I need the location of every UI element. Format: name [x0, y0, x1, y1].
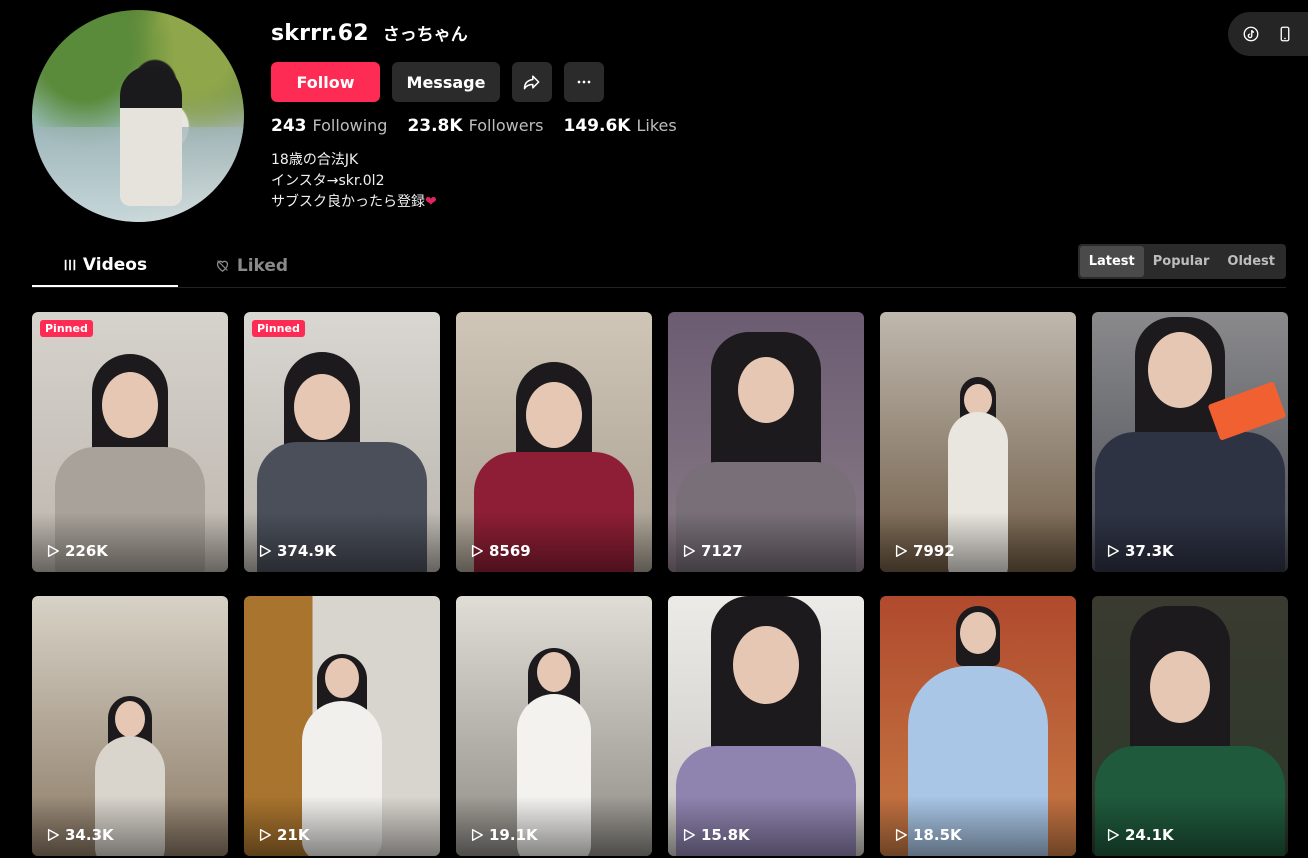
view-count: 34.3K — [46, 826, 114, 844]
view-count: 8569 — [470, 542, 531, 560]
share-button[interactable] — [512, 62, 552, 102]
video-card[interactable]: 15.8K — [668, 596, 864, 856]
play-icon — [471, 545, 483, 557]
play-icon — [1107, 829, 1119, 841]
play-icon — [47, 829, 59, 841]
view-count: 24.1K — [1106, 826, 1174, 844]
view-count: 18.5K — [894, 826, 962, 844]
video-card[interactable]: 24.1K — [1092, 596, 1288, 856]
message-button[interactable]: Message — [392, 62, 500, 102]
video-card[interactable]: 34.3K — [32, 596, 228, 856]
sort-oldest[interactable]: Oldest — [1218, 246, 1284, 277]
profile-avatar[interactable] — [32, 10, 244, 222]
share-arrow-icon — [523, 75, 540, 90]
video-card[interactable]: 19.1K — [456, 596, 652, 856]
profile-bio: 18歳の合法JK インスタ→skr.0l2 サブスク良かったら登録❤ — [271, 150, 437, 213]
play-icon — [895, 545, 907, 557]
heart-outline-icon — [216, 260, 228, 272]
video-card[interactable]: 7127 — [668, 312, 864, 572]
video-card[interactable]: 21K — [244, 596, 440, 856]
video-card[interactable]: 7992 — [880, 312, 1076, 572]
top-right-toolbar — [1228, 12, 1308, 56]
play-icon — [683, 545, 695, 557]
bio-line: サブスク良かったら登録❤ — [271, 194, 437, 210]
play-icon — [259, 545, 271, 557]
pinned-badge: Pinned — [252, 320, 305, 337]
profile-stats: 243 Following 23.8K Followers 149.6K Likes — [271, 116, 677, 136]
view-count: 374.9K — [258, 542, 336, 560]
tab-videos[interactable]: Videos — [32, 244, 178, 287]
view-count: 21K — [258, 826, 310, 844]
play-icon — [1107, 545, 1119, 557]
play-icon — [683, 829, 695, 841]
play-icon — [47, 545, 59, 557]
stat-followers[interactable]: 23.8K Followers — [407, 116, 543, 136]
username: skrrr.62 — [271, 21, 369, 46]
avatar-person — [120, 66, 182, 206]
play-icon — [259, 829, 271, 841]
profile-actions: Follow Message — [271, 62, 604, 102]
play-icon — [471, 829, 483, 841]
view-count: 19.1K — [470, 826, 538, 844]
grid-bars-icon — [64, 259, 76, 270]
sort-latest[interactable]: Latest — [1079, 246, 1144, 277]
view-count: 7992 — [894, 542, 955, 560]
video-card[interactable]: Pinned 226K — [32, 312, 228, 572]
view-count: 15.8K — [682, 826, 750, 844]
play-icon — [895, 829, 907, 841]
follow-button[interactable]: Follow — [271, 62, 380, 102]
bio-line: インスタ→skr.0l2 — [271, 173, 385, 189]
bio-line: 18歳の合法JK — [271, 152, 359, 168]
sort-toggle: Latest Popular Oldest — [1077, 244, 1286, 279]
pinned-badge: Pinned — [40, 320, 93, 337]
profile-tabs: Videos Liked — [32, 244, 324, 287]
nickname: さっちゃん — [382, 25, 468, 45]
tab-liked[interactable]: Liked — [178, 244, 324, 287]
video-card[interactable]: Pinned 374.9K — [244, 312, 440, 572]
view-count: 7127 — [682, 542, 743, 560]
stat-following[interactable]: 243 Following — [271, 116, 387, 136]
video-card[interactable]: 37.3K — [1092, 312, 1288, 572]
view-count: 37.3K — [1106, 542, 1174, 560]
more-dots-icon — [577, 80, 591, 84]
tabs-divider — [32, 287, 1286, 288]
profile-name-row: skrrr.62 さっちゃん — [271, 20, 468, 46]
view-count: 226K — [46, 542, 108, 560]
stat-likes: 149.6K Likes — [563, 116, 677, 136]
tiktok-logo-icon[interactable] — [1239, 22, 1263, 46]
mobile-device-icon[interactable] — [1273, 22, 1297, 46]
video-card[interactable]: 18.5K — [880, 596, 1076, 856]
more-options-button[interactable] — [564, 62, 604, 102]
heart-emoji-icon: ❤ — [425, 194, 437, 210]
video-card[interactable]: 8569 — [456, 312, 652, 572]
sort-popular[interactable]: Popular — [1144, 246, 1219, 277]
video-grid: Pinned 226K Pinned 374.9K 8569 7127 7992 — [32, 312, 1288, 856]
